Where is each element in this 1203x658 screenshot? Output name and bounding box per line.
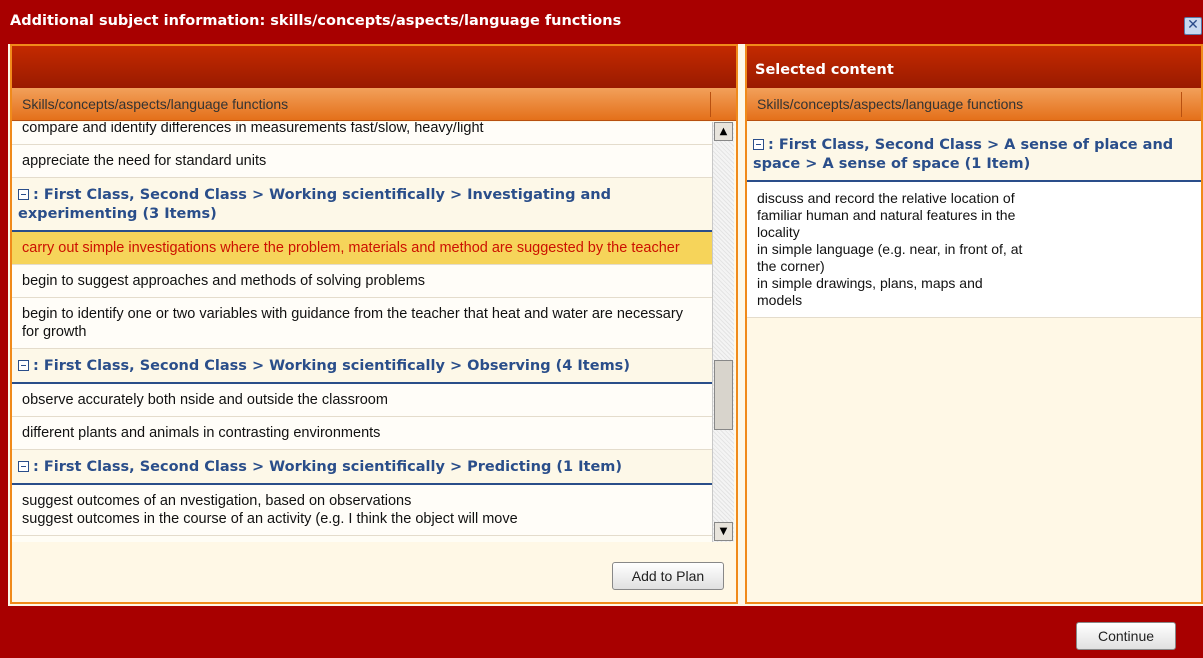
arrow-up-icon[interactable]: ▲ (714, 122, 733, 141)
group-heading-label: : First Class, Second Class > Working sc… (33, 459, 623, 475)
close-icon[interactable]: ✕ (1184, 17, 1202, 35)
scrollbar-thumb[interactable] (714, 360, 733, 430)
selected-content-header: Selected content (747, 46, 1201, 88)
minus-box-icon[interactable] (18, 360, 29, 371)
title-bar: Additional subject information: skills/c… (0, 0, 1203, 46)
group-heading[interactable]: : First Class, Second Class > Working sc… (12, 178, 712, 232)
arrow-down-icon[interactable]: ▼ (714, 522, 733, 541)
dialog-title: Additional subject information: skills/c… (10, 13, 622, 29)
dialog: Additional subject information: skills/c… (0, 0, 1203, 658)
column-divider (710, 92, 711, 117)
list-item[interactable]: begin to suggest approaches and methods … (12, 265, 712, 298)
selected-list-item[interactable]: discuss and record the relative location… (747, 182, 1201, 318)
group-heading[interactable]: : First Class, Second Class > Working sc… (12, 349, 712, 384)
right-column-header[interactable]: Skills/concepts/aspects/language functio… (747, 88, 1201, 121)
group-heading-label: : First Class, Second Class > Working sc… (33, 358, 630, 374)
column-divider (1181, 92, 1182, 117)
available-list-inner: compare and identify differences in meas… (12, 122, 712, 536)
list-item[interactable]: appreciate the need for standard units (12, 145, 712, 178)
right-column-header-label: Skills/concepts/aspects/language functio… (757, 96, 1024, 112)
left-column-header-label: Skills/concepts/aspects/language functio… (22, 96, 289, 112)
group-heading-label: : First Class, Second Class > A sense of… (753, 137, 1174, 172)
available-content-panel: Skills/concepts/aspects/language functio… (10, 44, 738, 604)
list-item[interactable]: suggest outcomes of an nvestigation, bas… (12, 485, 712, 536)
selected-content-panel: Selected content Skills/concepts/aspects… (745, 44, 1203, 604)
vertical-scrollbar[interactable]: ▲ ▼ (712, 122, 734, 542)
minus-box-icon[interactable] (753, 139, 764, 150)
left-column-header[interactable]: Skills/concepts/aspects/language functio… (12, 88, 736, 121)
list-item[interactable]: begin to identify one or two variables w… (12, 298, 712, 349)
group-heading-label: : First Class, Second Class > Working sc… (18, 187, 611, 222)
list-item-selected[interactable]: carry out simple investigations where th… (12, 232, 712, 265)
list-item[interactable]: compare and identify differences in meas… (12, 122, 712, 145)
continue-button[interactable]: Continue (1076, 622, 1176, 650)
selected-list: : First Class, Second Class > A sense of… (747, 122, 1201, 318)
group-heading[interactable]: : First Class, Second Class > A sense of… (747, 122, 1201, 182)
minus-box-icon[interactable] (18, 461, 29, 472)
left-panel-header (12, 46, 736, 88)
available-list[interactable]: compare and identify differences in meas… (12, 122, 712, 542)
group-heading[interactable]: : First Class, Second Class > Working sc… (12, 450, 712, 485)
list-item[interactable]: different plants and animals in contrast… (12, 417, 712, 450)
list-item[interactable]: observe accurately both nside and outsid… (12, 384, 712, 417)
minus-box-icon[interactable] (18, 189, 29, 200)
add-to-plan-button[interactable]: Add to Plan (612, 562, 724, 590)
